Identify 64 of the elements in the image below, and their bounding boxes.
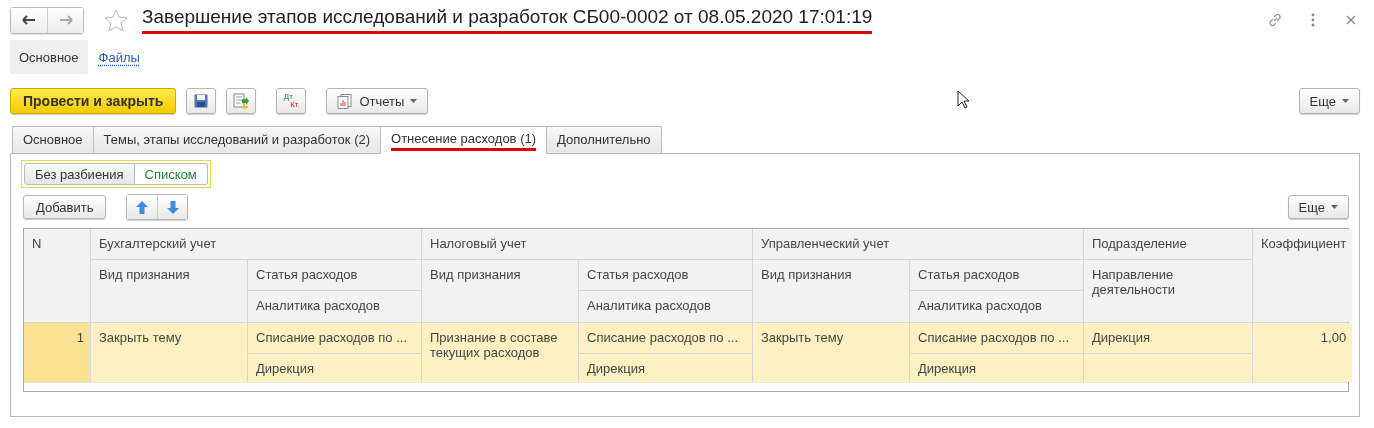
table-cell: Признание в составе текущих расходов [422, 323, 578, 382]
view-option[interactable]: Без разбиения [24, 163, 135, 185]
reports-icon [337, 93, 354, 109]
table-cell: Списание расходов по ... [910, 323, 1083, 353]
caret-icon [1342, 99, 1349, 103]
caret-icon [1331, 205, 1338, 209]
window-title: Завершение этапов исследований и разработок СБ00-0002 от 08.05.2020 17:01:19 [142, 6, 873, 34]
column-header: Направление деятельности [1084, 260, 1252, 322]
dt-label: Дт [283, 93, 293, 101]
post-and-close-button[interactable]: Провести и закрыть [10, 88, 177, 114]
tab[interactable]: Темы, этапы исследований и разработок (2) [92, 126, 382, 153]
dt-kt-button[interactable]: Дт Кт [276, 88, 307, 114]
column-header: Аналитика расходов [579, 291, 752, 322]
table-cell: Дирекция [248, 354, 421, 382]
star-icon[interactable] [104, 8, 128, 32]
column-header: Аналитика расходов [248, 291, 421, 322]
table-cell: Дирекция [1084, 323, 1252, 353]
column-group-header: Управленческий учет [753, 229, 1083, 259]
tab[interactable]: Дополнительно [546, 126, 662, 153]
section-tab[interactable]: Основное [10, 40, 88, 74]
table-cell: Списание расходов по ... [248, 323, 421, 353]
back-button[interactable] [11, 7, 47, 33]
more-icon[interactable] [1311, 13, 1315, 27]
caret-icon [410, 99, 418, 103]
add-button[interactable]: Добавить [23, 195, 107, 219]
view-option[interactable]: Списком [134, 163, 208, 185]
column-header: Статья расходов [579, 260, 752, 290]
more-button[interactable]: Еще [1298, 88, 1360, 114]
back-arrow-icon [22, 15, 36, 25]
move-down-button[interactable] [157, 195, 188, 219]
table-cell: Дирекция [910, 354, 1083, 382]
table-cell: Дирекция [579, 354, 752, 382]
reports-button[interactable]: Отчеты [326, 88, 429, 114]
column-header: Аналитика расходов [910, 291, 1083, 322]
column-header: Коэффициент [1253, 229, 1353, 322]
close-icon[interactable] [1346, 15, 1356, 25]
table-cell: 1,00 [1253, 323, 1353, 382]
table-cell: Закрыть тему [753, 323, 909, 382]
forward-arrow-icon [58, 15, 73, 25]
column-group-header: Налоговый учет [422, 229, 752, 259]
down-arrow-icon [166, 200, 179, 214]
link-icon[interactable] [1267, 12, 1283, 28]
column-header: Статья расходов [248, 260, 421, 290]
column-header: Подразделение [1084, 229, 1252, 259]
post-button[interactable] [226, 88, 257, 114]
up-arrow-icon [136, 200, 149, 214]
save-button[interactable] [186, 88, 217, 114]
mouse-cursor-icon [957, 90, 970, 109]
column-header: N [24, 229, 90, 322]
column-header: Вид признания [422, 260, 578, 322]
table-cell: Закрыть тему [91, 323, 247, 382]
column-group-header: Бухгалтерский учет [91, 229, 421, 259]
kt-label: Кт [290, 101, 299, 109]
move-up-button[interactable] [127, 195, 158, 219]
row-number-cell[interactable]: 1 [24, 323, 90, 382]
tab[interactable]: Основное [12, 126, 94, 153]
column-header: Вид признания [91, 260, 247, 322]
column-header: Вид признания [753, 260, 909, 322]
table-cell: Списание расходов по ... [579, 323, 752, 353]
document-arrow-icon [233, 93, 250, 109]
table-more-button[interactable]: Еще [1287, 195, 1349, 219]
tab[interactable]: Отнесение расходов (1) [380, 126, 547, 154]
column-header: Статья расходов [910, 260, 1083, 290]
section-link[interactable]: Файлы [89, 40, 149, 74]
